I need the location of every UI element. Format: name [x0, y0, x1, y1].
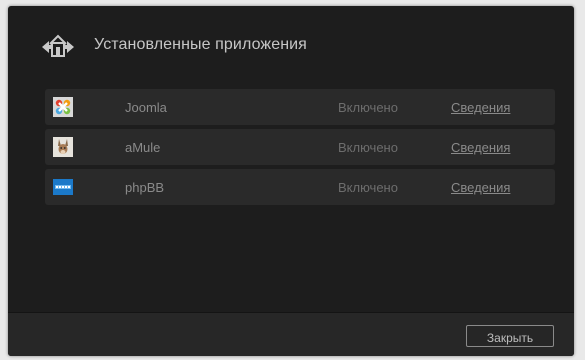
app-row-joomla: Joomla Включено Сведения — [45, 89, 555, 125]
phpbb-logo-icon — [53, 179, 73, 195]
dialog-header: Установленные приложения — [8, 6, 574, 86]
app-details-link[interactable]: Сведения — [451, 140, 510, 155]
app-status: Включено — [338, 180, 398, 195]
app-name: Joomla — [125, 100, 167, 115]
amule-logo-icon — [53, 137, 73, 157]
dialog-title: Установленные приложения — [94, 36, 307, 53]
app-list: Joomla Включено Сведения aMule Включено … — [45, 89, 555, 209]
app-install-icon — [42, 34, 74, 57]
app-details-link[interactable]: Сведения — [451, 180, 510, 195]
app-status: Включено — [338, 140, 398, 155]
app-row-amule: aMule Включено Сведения — [45, 129, 555, 165]
app-status: Включено — [338, 100, 398, 115]
installed-apps-dialog: Установленные приложения Joomla Включено… — [8, 6, 574, 356]
close-button[interactable]: Закрыть — [466, 325, 554, 347]
dialog-footer: Закрыть — [8, 312, 574, 356]
app-name: aMule — [125, 140, 161, 155]
app-name: phpBB — [125, 180, 165, 195]
joomla-logo-icon — [53, 97, 73, 117]
app-details-link[interactable]: Сведения — [451, 100, 510, 115]
app-row-phpbb: phpBB Включено Сведения — [45, 169, 555, 205]
